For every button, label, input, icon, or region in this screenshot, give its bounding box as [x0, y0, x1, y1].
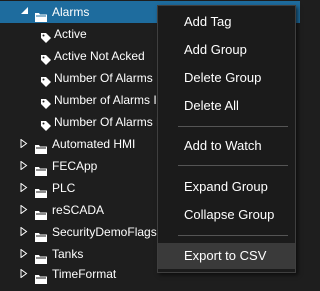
folder-icon [35, 139, 47, 154]
menu-item-label: Add to Watch [184, 138, 262, 153]
tag-icon [41, 116, 51, 131]
tree-item-label: Number Of Alarms [54, 71, 153, 85]
menu-item-label: Delete Group [184, 70, 262, 85]
menu-item-label: Delete All [184, 98, 239, 113]
menu-item-add-group[interactable]: Add Group [158, 37, 295, 63]
tree-item-label: Number of Alarms In L [54, 93, 174, 107]
collapsed-arrow-icon[interactable] [20, 263, 30, 285]
menu-separator [178, 235, 288, 236]
collapsed-arrow-icon[interactable] [20, 243, 30, 265]
folder-icon [35, 7, 47, 22]
tag-icon [41, 94, 51, 109]
tag-icon [41, 50, 51, 65]
collapsed-arrow-icon[interactable] [20, 155, 30, 177]
menu-item-label: Add Group [184, 42, 247, 57]
menu-item-add-to-watch[interactable]: Add to Watch [158, 133, 295, 159]
tree-item-label: TimeFormat [52, 267, 117, 281]
folder-icon [35, 227, 47, 242]
folder-icon [35, 205, 47, 220]
tree-item-label: Alarms [52, 5, 90, 19]
folder-icon [35, 161, 47, 176]
tree-item-label: reSCADA [52, 203, 105, 217]
menu-separator [178, 126, 288, 127]
tree-item-label: Automated HMI [52, 137, 136, 151]
menu-item-delete-group[interactable]: Delete Group [158, 65, 295, 91]
tree-item-label: Number Of Alarms No [54, 115, 172, 129]
tree-item-label: Active Not Acked [54, 49, 145, 63]
tree-item-label: PLC [52, 181, 76, 195]
menu-item-label: Expand Group [184, 179, 268, 194]
expanded-arrow-icon[interactable] [21, 1, 31, 23]
tag-icon [41, 28, 51, 43]
collapsed-arrow-icon[interactable] [20, 133, 30, 155]
folder-icon [35, 183, 47, 198]
tag-icon [41, 72, 51, 87]
tree-item-label: SecurityDemoFlags [52, 225, 157, 239]
menu-item-label: Collapse Group [184, 207, 275, 222]
folder-icon [35, 269, 47, 284]
tree-item-label: Active [54, 27, 87, 41]
menu-item-delete-all[interactable]: Delete All [158, 93, 295, 119]
menu-item-label: Add Tag [184, 14, 232, 29]
menu-item-expand-group[interactable]: Expand Group [158, 174, 295, 200]
tree-item-label: Tanks [52, 247, 84, 261]
tree-item-label: FECApp [52, 159, 98, 173]
collapsed-arrow-icon[interactable] [20, 221, 30, 243]
menu-item-label: Export to CSV [184, 248, 267, 263]
folder-icon [35, 249, 47, 264]
collapsed-arrow-icon[interactable] [20, 177, 30, 199]
menu-item-add-tag[interactable]: Add Tag [158, 9, 295, 35]
menu-item-export-csv[interactable]: Export to CSV [158, 243, 295, 269]
context-menu: Add Tag Add Group Delete Group Delete Al… [157, 5, 296, 273]
menu-separator [178, 165, 288, 166]
collapsed-arrow-icon[interactable] [20, 199, 30, 221]
menu-item-collapse-group[interactable]: Collapse Group [158, 202, 295, 228]
